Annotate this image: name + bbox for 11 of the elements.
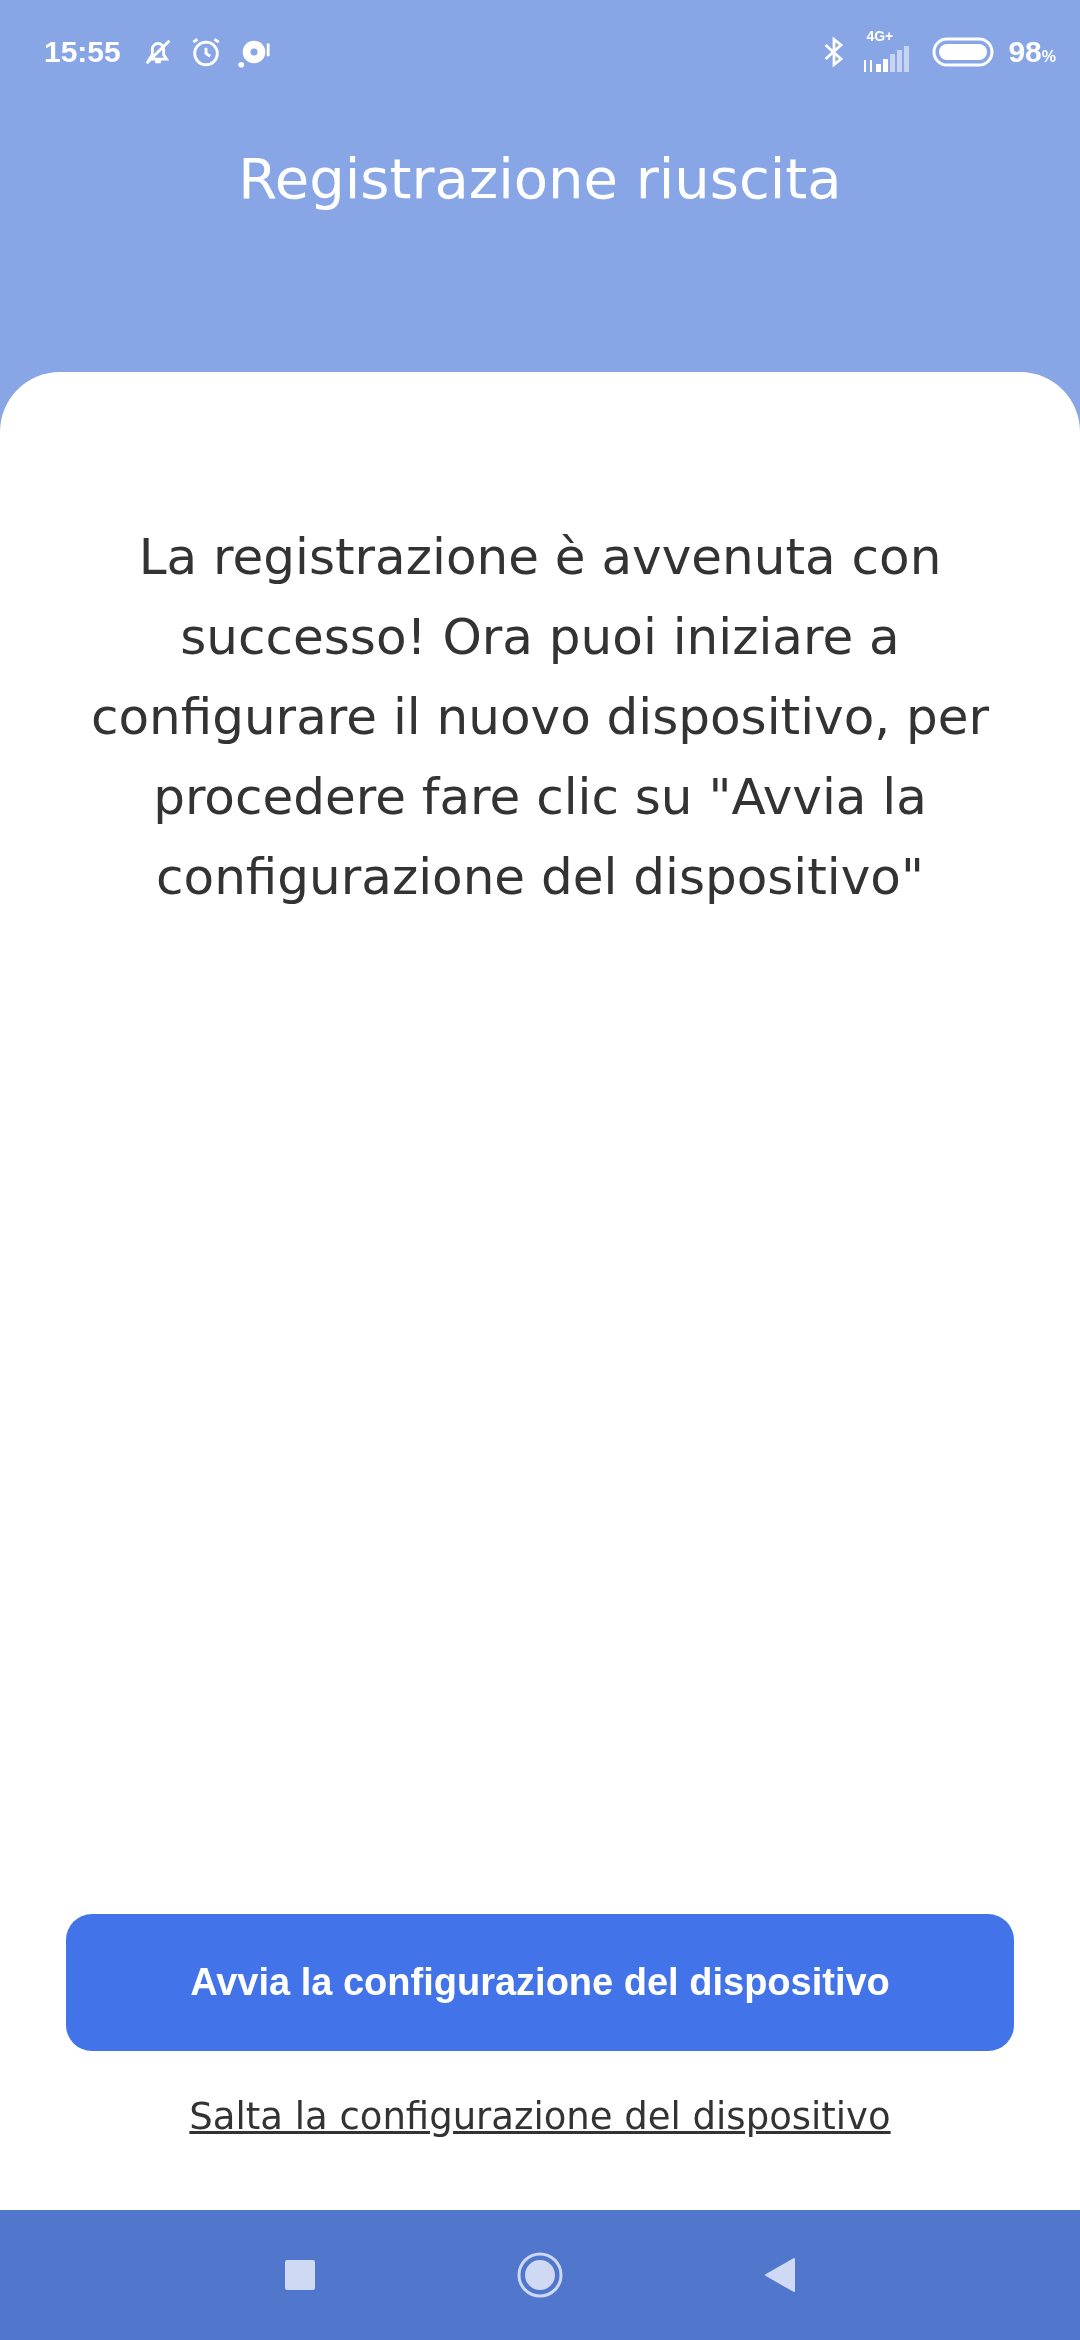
back-icon[interactable] — [764, 2257, 796, 2293]
screen-title: Registrazione riuscita — [237, 146, 843, 211]
start-configuration-button[interactable]: Avvia la configurazione del dispositivo — [66, 1914, 1014, 2051]
skip-link[interactable]: Salta la configurazione del dispositivo — [189, 2095, 891, 2138]
home-icon[interactable] — [516, 2251, 564, 2299]
battery-level: 98% — [1008, 35, 1056, 69]
battery-icon — [932, 37, 995, 67]
status-time: 15:55 — [44, 35, 121, 69]
network-type: 4G+ — [866, 28, 894, 44]
recents-icon[interactable] — [284, 2259, 316, 2291]
message-text: La registrazione è avvenuta con successo! Ora puoi iniziare a configurare il nuovo dispositivo, per procedere fare clic su "Avvia la configurazione del dispositivo" — [89, 527, 991, 908]
